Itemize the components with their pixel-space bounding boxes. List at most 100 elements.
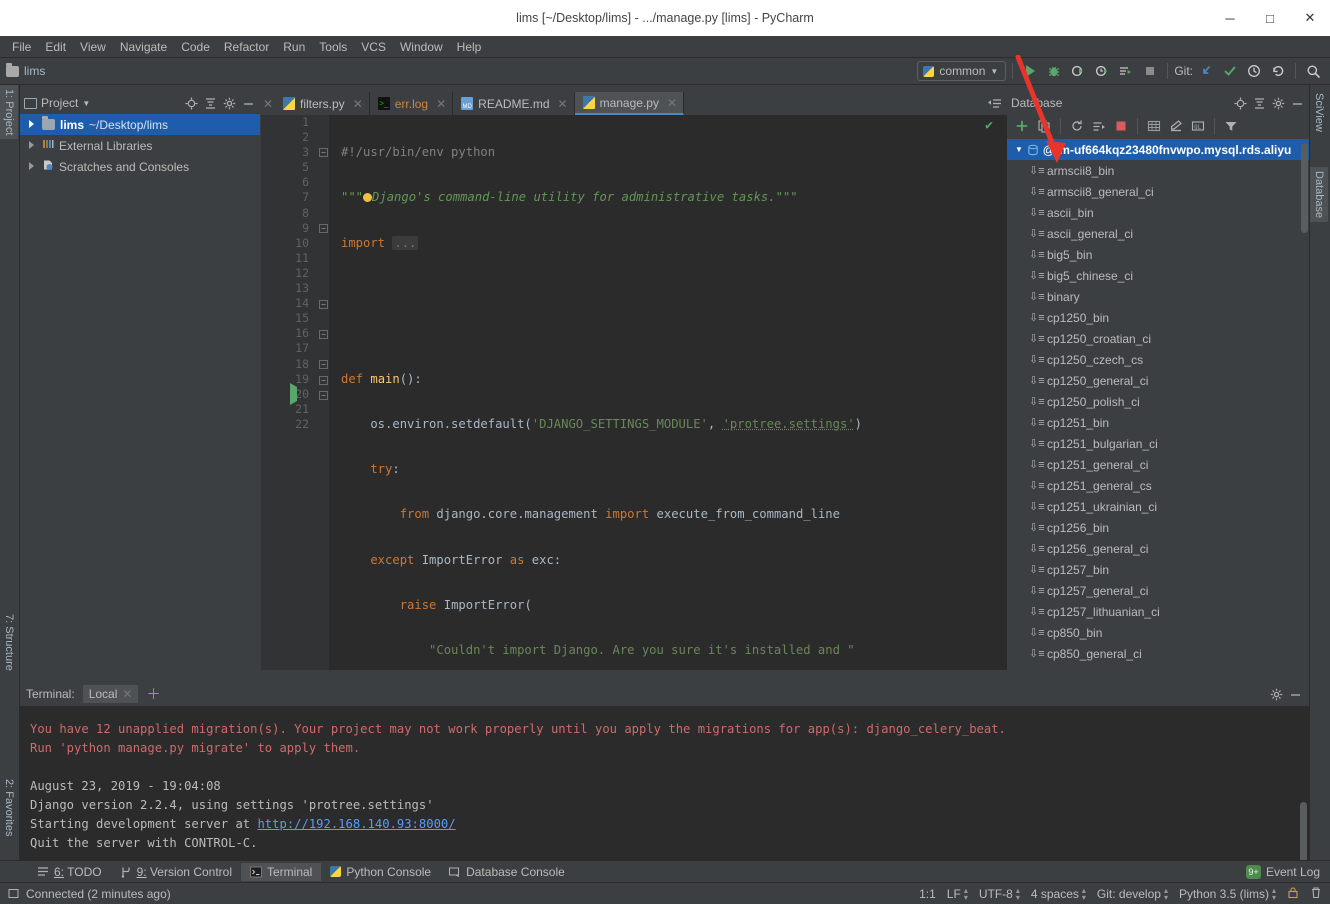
editor-tab-manage-py[interactable]: manage.py ✕: [574, 92, 685, 115]
fold-marker-close-paren[interactable]: −: [319, 376, 328, 385]
menu-refactor[interactable]: Refactor: [217, 38, 276, 56]
collation-item[interactable]: ⇩≡ cp1257_general_ci: [1007, 580, 1309, 601]
debug-button[interactable]: [1043, 60, 1065, 82]
expand-arrow-icon[interactable]: [28, 141, 37, 150]
collation-item[interactable]: ⇩≡ cp1256_general_ci: [1007, 538, 1309, 559]
run-configuration-selector[interactable]: common ▼: [917, 61, 1007, 81]
run-with-coverage-button[interactable]: [1067, 60, 1089, 82]
expand-arrow-icon[interactable]: [28, 120, 37, 129]
close-icon[interactable]: ✕: [122, 687, 132, 701]
locate-icon[interactable]: [1232, 95, 1248, 111]
collapse-all-icon[interactable]: [1251, 95, 1267, 111]
collation-item[interactable]: ⇩≡ cp1250_czech_cs: [1007, 349, 1309, 370]
collation-item[interactable]: ⇩≡ cp1251_bulgarian_ci: [1007, 433, 1309, 454]
intention-bulb-icon[interactable]: [363, 193, 373, 203]
search-icon[interactable]: [1302, 60, 1324, 82]
hide-panel-icon[interactable]: [240, 95, 256, 111]
tool-window-terminal[interactable]: Terminal: [241, 862, 322, 881]
refresh-icon[interactable]: [1067, 116, 1087, 136]
scrollbar-thumb[interactable]: [1301, 143, 1308, 233]
collation-item[interactable]: ⇩≡ big5_chinese_ci: [1007, 265, 1309, 286]
tool-window-database-console[interactable]: Database Console: [440, 863, 574, 881]
strip-tab-structure[interactable]: 7: Structure: [0, 610, 18, 675]
menu-edit[interactable]: Edit: [38, 38, 73, 56]
gear-icon[interactable]: [221, 95, 237, 111]
chevron-down-icon[interactable]: ▼: [82, 99, 90, 108]
interpreter-selector[interactable]: Python 3.5 (lims) ▴ ▾: [1179, 886, 1276, 901]
menu-tools[interactable]: Tools: [312, 38, 354, 56]
collapsed-import-region[interactable]: ...: [392, 235, 419, 250]
filter-icon[interactable]: [1221, 116, 1241, 136]
collation-item[interactable]: ⇩≡ armscii8_bin: [1007, 160, 1309, 181]
menu-run[interactable]: Run: [276, 38, 312, 56]
line-separator-selector[interactable]: LF ▴ ▾: [947, 886, 968, 901]
concurrency-diagram-button[interactable]: [1115, 60, 1137, 82]
gear-icon[interactable]: [1270, 95, 1286, 111]
menu-vcs[interactable]: VCS: [354, 38, 393, 56]
editor-tab-filters-py[interactable]: filters.py ✕: [275, 92, 370, 115]
collation-item[interactable]: ⇩≡cp852_bin: [1007, 664, 1309, 671]
collation-item[interactable]: ⇩≡ cp1251_general_cs: [1007, 475, 1309, 496]
tree-node-scratches[interactable]: Scratches and Consoles: [20, 156, 260, 177]
close-icon[interactable]: ✕: [667, 96, 677, 110]
collation-item[interactable]: ⇩≡ ascii_general_ci: [1007, 223, 1309, 244]
fold-marker-str[interactable]: −: [319, 360, 328, 369]
menu-file[interactable]: File: [5, 38, 38, 56]
history-icon[interactable]: [1243, 60, 1265, 82]
chevron-down-icon[interactable]: ▼: [1015, 145, 1023, 154]
collation-item[interactable]: ⇩≡ cp850_general_ci: [1007, 643, 1309, 664]
tab-list-icon[interactable]: [987, 96, 1003, 112]
new-terminal-tab-button[interactable]: ＋: [146, 684, 160, 704]
event-log-button[interactable]: 9+ Event Log: [1245, 864, 1330, 879]
hide-panel-icon[interactable]: [1289, 95, 1305, 111]
inspection-ok-icon[interactable]: ✔: [985, 118, 993, 133]
collation-item[interactable]: ⇩≡ armscii8_general_ci: [1007, 181, 1309, 202]
collation-item[interactable]: ⇩≡ cp1251_ukrainian_ci: [1007, 496, 1309, 517]
tool-window-python-console[interactable]: Python Console: [321, 863, 440, 881]
collation-item[interactable]: ⇩≡ cp1250_polish_ci: [1007, 391, 1309, 412]
database-node-datasource[interactable]: ▼ @rm-uf664kqz23480fnvwpo.mysql.rds.aliy…: [1007, 139, 1309, 160]
run-line-marker[interactable]: [290, 383, 300, 405]
fold-marker-except[interactable]: −: [319, 300, 328, 309]
strip-tab-sciview[interactable]: SciView: [1310, 89, 1328, 136]
server-url-link[interactable]: http://192.168.140.93:8000/: [257, 817, 455, 831]
revert-icon[interactable]: [1267, 60, 1289, 82]
close-icon[interactable]: ✕: [558, 97, 568, 111]
stop-icon[interactable]: [1111, 116, 1131, 136]
duplicate-icon[interactable]: [1034, 116, 1054, 136]
terminal-output[interactable]: You have 12 unapplied migration(s). Your…: [20, 706, 1309, 873]
collation-item[interactable]: ⇩≡ ascii_bin: [1007, 202, 1309, 223]
lock-icon[interactable]: [1287, 886, 1299, 902]
strip-tab-database[interactable]: Database: [1310, 167, 1328, 223]
fold-marker-raise[interactable]: −: [319, 330, 328, 339]
indent-selector[interactable]: 4 spaces ▴ ▾: [1031, 886, 1086, 901]
fold-marker-exec[interactable]: −: [319, 391, 328, 400]
database-scrollbar[interactable]: [1300, 139, 1309, 670]
collation-item[interactable]: ⇩≡ cp1250_general_ci: [1007, 370, 1309, 391]
strip-tab-favorites[interactable]: 2: Favorites: [0, 775, 18, 840]
collation-item[interactable]: ⇩≡ cp1250_croatian_ci: [1007, 328, 1309, 349]
stop-button[interactable]: [1139, 60, 1161, 82]
open-console-icon[interactable]: QL: [1188, 116, 1208, 136]
commit-checkmark-icon[interactable]: [1219, 60, 1241, 82]
close-all-tabs-icon[interactable]: ✕: [261, 92, 275, 115]
code-editor[interactable]: 1 2 3 5 6 7 8 9 10 11 12 13 14 15 16 17 …: [261, 115, 1007, 670]
database-tree[interactable]: ▼ @rm-uf664kqz23480fnvwpo.mysql.rds.aliy…: [1007, 139, 1309, 670]
close-icon[interactable]: ✕: [353, 97, 363, 111]
menu-code[interactable]: Code: [174, 38, 217, 56]
tree-node-external-libraries[interactable]: External Libraries: [20, 135, 260, 156]
editor-tab-err-log[interactable]: >_ err.log ✕: [370, 92, 454, 115]
collation-item[interactable]: ⇩≡ cp1251_bin: [1007, 412, 1309, 433]
close-button[interactable]: ✕: [1290, 0, 1330, 36]
modify-icon[interactable]: [1166, 116, 1186, 136]
table-editor-icon[interactable]: [1144, 116, 1164, 136]
collation-item[interactable]: ⇩≡ cp1256_bin: [1007, 517, 1309, 538]
gear-icon[interactable]: [1268, 686, 1284, 702]
minimize-button[interactable]: ─: [1210, 0, 1250, 36]
encoding-selector[interactable]: UTF-8 ▴ ▾: [979, 886, 1020, 901]
synchronize-icon[interactable]: [1089, 116, 1109, 136]
git-branch-selector[interactable]: Git: develop ▴ ▾: [1097, 886, 1168, 901]
strip-tab-project[interactable]: 1: Project: [0, 85, 18, 140]
profile-button[interactable]: [1091, 60, 1113, 82]
collation-item[interactable]: ⇩≡ cp1250_bin: [1007, 307, 1309, 328]
